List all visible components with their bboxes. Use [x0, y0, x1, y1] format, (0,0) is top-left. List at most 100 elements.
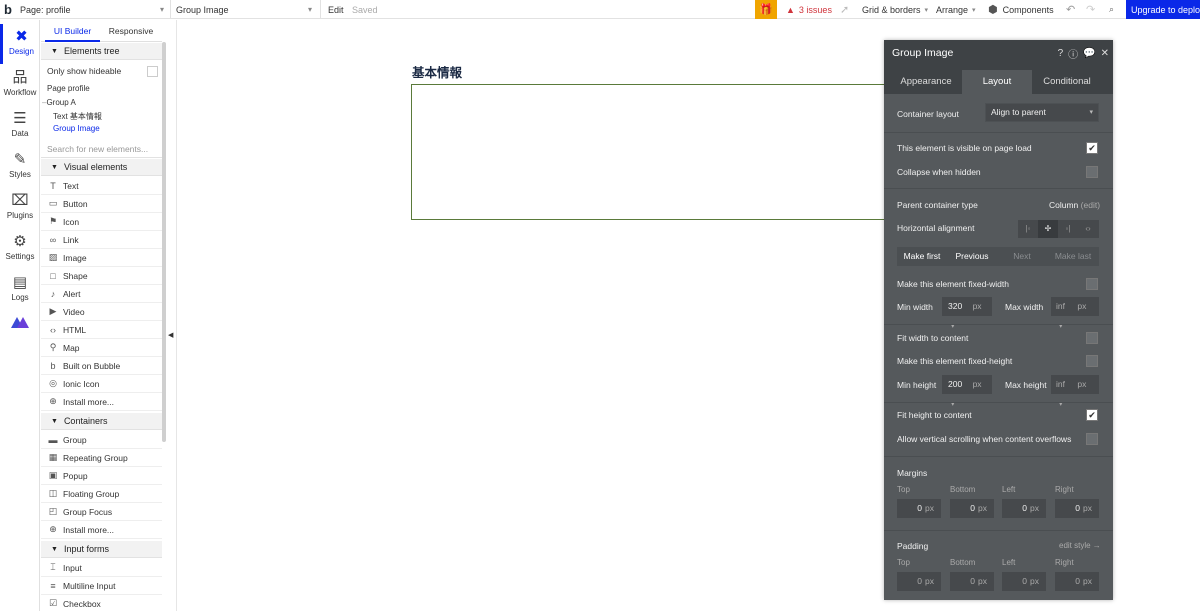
- align-center-icon[interactable]: ✢: [1038, 220, 1058, 238]
- palette-item-button[interactable]: ▭ Button: [41, 195, 162, 213]
- margin-bottom-input[interactable]: 0 px: [950, 499, 994, 518]
- palette-item-html[interactable]: ‹› HTML: [41, 321, 162, 339]
- edit-style-link[interactable]: edit style →: [1059, 541, 1101, 550]
- tree-item-group-image[interactable]: Group Image: [53, 124, 100, 133]
- nav-data[interactable]: ☰ Data: [0, 106, 40, 146]
- nav-logs[interactable]: ▤ Logs: [0, 270, 40, 310]
- palette-item-video[interactable]: ▶ Video: [41, 303, 162, 321]
- palette-item-floating-group[interactable]: ◫ Floating Group: [41, 485, 162, 503]
- palette-item-popup[interactable]: ▣ Popup: [41, 467, 162, 485]
- tab-layout[interactable]: Layout: [962, 70, 1032, 94]
- palette-item-link[interactable]: ∞ Link: [41, 231, 162, 249]
- nav-bubble-logo[interactable]: [0, 312, 40, 334]
- margin-right-input[interactable]: 0 px: [1055, 499, 1099, 518]
- palette-item-group[interactable]: ▬ Group: [41, 431, 162, 449]
- palette-item-repeating-group[interactable]: ▦ Repeating Group: [41, 449, 162, 467]
- plus-circle-icon: ⊕: [49, 524, 57, 534]
- palette-item-alert[interactable]: ♪ Alert: [41, 285, 162, 303]
- container-layout-dropdown[interactable]: Align to parent ▾: [985, 103, 1099, 122]
- comment-icon[interactable]: 💬: [1083, 48, 1095, 59]
- next-button[interactable]: Next: [997, 247, 1047, 266]
- previous-button[interactable]: Previous: [947, 247, 997, 266]
- upgrade-button[interactable]: Upgrade to deploy: [1126, 0, 1200, 19]
- palette-item-built-on-bubble[interactable]: b Built on Bubble: [41, 357, 162, 375]
- visible-on-load-checkbox[interactable]: ✔: [1086, 142, 1098, 154]
- parent-type-edit-link[interactable]: (edit): [1081, 200, 1100, 210]
- elements-tree-header[interactable]: ▼ Elements tree: [41, 43, 162, 60]
- nav-styles[interactable]: ✎ Styles: [0, 147, 40, 187]
- palette-item-checkbox[interactable]: ☑ Checkbox: [41, 595, 162, 611]
- grid-borders-menu[interactable]: Grid & borders ▾: [862, 0, 928, 19]
- palette-item-multiline-input[interactable]: ≡ Multiline Input: [41, 577, 162, 595]
- palette-item-ionic-icon[interactable]: ◎ Ionic Icon: [41, 375, 162, 393]
- fixed-height-checkbox[interactable]: [1086, 355, 1098, 367]
- vertical-scroll-checkbox[interactable]: [1086, 433, 1098, 445]
- min-width-input[interactable]: 320 px ▾: [942, 297, 992, 330]
- palette-item-shape[interactable]: □ Shape: [41, 267, 162, 285]
- tab-conditional[interactable]: Conditional: [1032, 70, 1102, 94]
- element-selector[interactable]: Group Image ▾: [176, 0, 314, 19]
- make-last-button[interactable]: Make last: [1047, 247, 1099, 266]
- palette-item-image[interactable]: ▨ Image: [41, 249, 162, 267]
- palette-item-install-more[interactable]: ⊕ Install more...: [41, 393, 162, 411]
- containers-header[interactable]: ▼ Containers: [41, 413, 162, 430]
- nav-settings[interactable]: ⚙ Settings: [0, 229, 40, 269]
- nav-design[interactable]: ✖ Design: [0, 24, 40, 64]
- edit-menu[interactable]: Edit: [328, 0, 344, 19]
- bubble-logo[interactable]: b: [4, 0, 16, 19]
- palette-item-icon[interactable]: ⚑ Icon: [41, 213, 162, 231]
- palette-item-group-focus[interactable]: ◰ Group Focus: [41, 503, 162, 521]
- only-show-hideable-checkbox[interactable]: [147, 65, 158, 77]
- min-height-input[interactable]: 200 px ▾: [942, 375, 992, 408]
- fixed-width-checkbox[interactable]: [1086, 278, 1098, 290]
- palette-item-label: Multiline Input: [63, 580, 116, 591]
- max-width-input[interactable]: inf px ▾: [1051, 297, 1099, 330]
- align-left-icon[interactable]: |◦: [1018, 220, 1038, 238]
- gift-icon[interactable]: 🎁: [755, 0, 777, 19]
- collapse-when-hidden-checkbox[interactable]: [1086, 166, 1098, 178]
- tab-responsive[interactable]: Responsive: [103, 20, 159, 42]
- fit-height-checkbox[interactable]: ✔: [1086, 409, 1098, 421]
- fit-width-checkbox[interactable]: [1086, 332, 1098, 344]
- search-icon[interactable]: ⌕: [1109, 0, 1114, 19]
- page-selector[interactable]: Page: profile ▾: [20, 0, 166, 19]
- tab-appearance[interactable]: Appearance: [890, 70, 962, 94]
- pointer-icon[interactable]: ➚: [840, 0, 849, 19]
- search-elements-input[interactable]: Search for new elements...: [41, 140, 162, 158]
- arrange-menu[interactable]: Arrange ▾: [936, 0, 976, 19]
- issues-button[interactable]: ▲ 3 issues: [786, 0, 832, 19]
- palette-item-input[interactable]: ⌶ Input: [41, 559, 162, 577]
- margin-left-input[interactable]: 0 px: [1002, 499, 1046, 518]
- visual-elements-header[interactable]: ▼ Visual elements: [41, 159, 162, 176]
- make-first-button[interactable]: Make first: [897, 247, 947, 266]
- margin-top-input[interactable]: 0 px: [897, 499, 941, 518]
- redo-icon[interactable]: ↷: [1086, 0, 1095, 19]
- align-right-icon[interactable]: ◦|: [1058, 220, 1078, 238]
- palette-item-text[interactable]: T Text: [41, 177, 162, 195]
- tree-item-group-a[interactable]: –Group A: [42, 98, 76, 107]
- padding-right-input[interactable]: 0 px: [1055, 572, 1099, 591]
- padding-top-input[interactable]: 0 px: [897, 572, 941, 591]
- tab-ui-builder[interactable]: UI Builder: [45, 20, 100, 42]
- group-image-element[interactable]: [411, 84, 889, 220]
- max-height-input[interactable]: inf px ▾: [1051, 375, 1099, 408]
- tree-item-page[interactable]: Page profile: [47, 84, 90, 93]
- palette-item-install-more[interactable]: ⊕ Install more...: [41, 521, 162, 539]
- input-forms-header[interactable]: ▼ Input forms: [41, 541, 162, 558]
- components-button[interactable]: ⬢ Components: [988, 0, 1054, 19]
- close-icon[interactable]: ✕: [1101, 48, 1109, 59]
- nav-plugins[interactable]: ⌧ Plugins: [0, 188, 40, 228]
- undo-icon[interactable]: ↶: [1066, 0, 1075, 19]
- collapse-panel-icon[interactable]: ◀: [168, 331, 173, 339]
- align-stretch-icon[interactable]: ‹›: [1078, 220, 1098, 238]
- padding-left-input[interactable]: 0 px: [1002, 572, 1046, 591]
- palette-scrollbar[interactable]: [162, 42, 166, 442]
- tree-item-text[interactable]: Text 基本情報: [53, 111, 102, 122]
- canvas-heading[interactable]: 基本情報: [412, 62, 462, 81]
- left-navigation: ✖ Design 品 Workflow ☰ Data ✎ Styles ⌧ Pl…: [0, 20, 40, 611]
- info-icon[interactable]: ⓘ: [1068, 46, 1078, 61]
- padding-bottom-input[interactable]: 0 px: [950, 572, 994, 591]
- help-icon[interactable]: ?: [1058, 48, 1064, 59]
- nav-workflow[interactable]: 品 Workflow: [0, 65, 40, 105]
- palette-item-map[interactable]: ⚲ Map: [41, 339, 162, 357]
